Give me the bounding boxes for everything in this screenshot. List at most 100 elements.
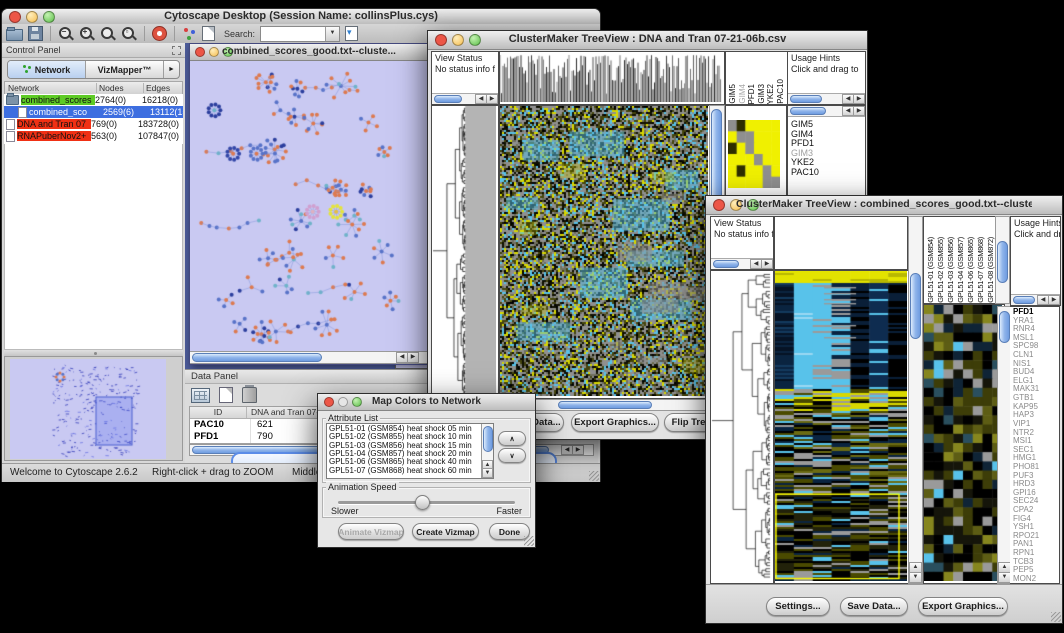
scrollbar-thumb[interactable] <box>1013 296 1035 304</box>
scrollbar-thumb[interactable] <box>999 311 1010 343</box>
float-panel-icon[interactable] <box>172 46 181 55</box>
usage-hints-scrollbar[interactable] <box>788 93 865 104</box>
save-data-button[interactable]: Save Data... <box>840 597 908 616</box>
scroll-down-icon[interactable] <box>909 572 922 583</box>
cytoscape-titlebar[interactable]: Cytoscape Desktop (Session Name: collins… <box>2 9 600 25</box>
scroll-right-icon[interactable] <box>853 106 865 116</box>
heatmap-vscrollbar[interactable] <box>908 216 923 584</box>
minimize-icon[interactable] <box>338 397 348 407</box>
scrollbar-thumb[interactable] <box>434 95 462 103</box>
network-table-row[interactable]: DNA and Tran 07769(0)183728(0) <box>4 118 183 130</box>
move-down-button[interactable]: ∨ <box>498 448 526 463</box>
column-label[interactable]: GPL51-07 (GSM868) <box>976 237 985 303</box>
attribute-listbox[interactable]: GPL51-01 (GSM854) heat shock 05 minGPL51… <box>326 423 494 479</box>
tab-network[interactable]: Network <box>8 61 86 78</box>
gene-item[interactable]: MON2 <box>1013 575 1039 584</box>
network-overview-thumbnail[interactable] <box>10 359 166 459</box>
move-up-button[interactable]: ∧ <box>498 431 526 446</box>
close-icon[interactable] <box>324 397 334 407</box>
scroll-right-icon[interactable] <box>1048 295 1060 305</box>
scrollbar-thumb[interactable] <box>997 241 1008 283</box>
delete-attribute-icon[interactable] <box>242 387 257 403</box>
close-icon[interactable] <box>713 199 725 211</box>
attribute-list-scrollbar[interactable] <box>481 424 493 478</box>
column-label[interactable]: GPL51-03 (GSM856) <box>946 237 955 303</box>
search-dropdown-icon[interactable]: ▼ <box>325 27 339 41</box>
close-icon[interactable] <box>435 34 447 46</box>
scrollbar-thumb[interactable] <box>713 260 739 268</box>
view-status-scrollbar[interactable] <box>432 93 498 104</box>
column-label[interactable]: GPL51-01 (GSM854) <box>926 237 935 303</box>
column-label[interactable]: GPL51-04 (GSM857) <box>956 237 965 303</box>
network-table-row[interactable]: RNAPuberNov2+563(0)107847(0) <box>4 130 183 142</box>
column-label[interactable]: GPL51-06 (GSM865) <box>966 237 975 303</box>
network-table-row[interactable]: combined_sco2569(6)13112(15) <box>4 106 183 118</box>
network-canvas[interactable] <box>191 61 425 351</box>
column-label[interactable]: GPL51-08 (GSM872) <box>986 237 995 303</box>
export-graphics-button[interactable]: Export Graphics... <box>571 413 659 432</box>
create-vizmap-button[interactable]: Create Vizmap <box>412 523 479 540</box>
heatmap-panel[interactable] <box>774 270 910 584</box>
scroll-right-icon[interactable] <box>761 259 773 269</box>
frame-close-icon[interactable] <box>195 47 205 57</box>
resize-grip[interactable] <box>524 536 534 546</box>
scroll-right-icon[interactable] <box>407 352 419 363</box>
network-frame-titlebar[interactable]: combined_scores_good.txt--cluste... <box>190 44 428 61</box>
scroll-right-icon[interactable] <box>572 445 584 455</box>
scrollbar-thumb[interactable] <box>790 107 826 115</box>
gene-item[interactable]: PFD1 <box>791 138 819 148</box>
view-status-scrollbar[interactable] <box>711 258 773 269</box>
tab-vizmapper[interactable]: VizMapper™ <box>86 61 164 78</box>
open-folder-icon[interactable] <box>6 29 23 41</box>
scrollbar-thumb[interactable] <box>558 401 652 409</box>
treeview1-titlebar[interactable]: ClusterMaker TreeView : DNA and Tran 07-… <box>428 31 867 50</box>
search-input[interactable]: ▼ <box>260 26 340 42</box>
help-lifering-icon[interactable] <box>152 26 167 41</box>
attribute-select-icon[interactable] <box>191 388 210 403</box>
summary-heatmap[interactable] <box>728 120 780 188</box>
zoom-fit-icon[interactable] <box>100 26 116 42</box>
new-attribute-icon[interactable] <box>219 387 233 403</box>
zoom-selected-icon[interactable]: ▫ <box>121 26 137 42</box>
resize-grip[interactable] <box>589 471 599 481</box>
dialog-titlebar[interactable]: Map Colors to Network <box>318 394 535 411</box>
scrollbar-thumb[interactable] <box>790 95 822 103</box>
animate-vizmap-button[interactable]: Animate Vizmap <box>338 523 404 540</box>
scrollbar-thumb[interactable] <box>483 426 493 452</box>
tab-overflow-arrow[interactable]: ► <box>164 61 179 78</box>
usage-hints-scrollbar[interactable] <box>1011 294 1060 305</box>
scroll-right-icon[interactable] <box>853 94 865 104</box>
scroll-down-icon[interactable] <box>482 468 493 478</box>
settings-button[interactable]: Settings... <box>766 597 830 616</box>
network-hscrollbar[interactable] <box>190 351 428 364</box>
attribute-item[interactable]: GPL51-07 (GSM868) heat shock 60 min <box>329 467 480 475</box>
row-dendrogram-panel[interactable] <box>431 105 499 399</box>
scrollbar-thumb[interactable] <box>192 353 322 362</box>
resize-grip[interactable] <box>1051 612 1061 622</box>
gene-list-scrollbar[interactable] <box>788 106 865 117</box>
scrollbar-thumb[interactable] <box>910 273 921 339</box>
gene-item[interactable]: GIM3 <box>791 148 819 158</box>
gene-item[interactable]: GIM5 <box>791 119 819 129</box>
heatmap-panel[interactable] <box>499 105 711 399</box>
scroll-right-icon[interactable] <box>486 94 498 104</box>
treeview2-titlebar[interactable]: ClusterMaker TreeView : combined_scores_… <box>706 196 1062 215</box>
save-icon[interactable] <box>28 26 43 41</box>
speed-slider-knob[interactable] <box>415 495 430 510</box>
zoom-heatmap-panel[interactable] <box>923 304 1005 584</box>
scrollbar-thumb[interactable] <box>711 109 722 203</box>
gene-item[interactable]: GIM4 <box>791 129 819 139</box>
zoom-in-icon[interactable]: + <box>79 26 95 42</box>
column-label[interactable]: GPL51-02 (GSM855) <box>936 237 945 303</box>
zoom-out-icon[interactable]: − <box>58 26 74 42</box>
network-table-row[interactable]: combined_scores2764(0)16218(0) <box>4 94 183 106</box>
network-view-frame[interactable]: combined_scores_good.txt--cluste... <box>189 43 429 365</box>
frame-minimize-icon[interactable] <box>209 47 219 57</box>
gene-item[interactable]: PAC10 <box>791 167 819 177</box>
vizmapper-icon[interactable] <box>182 27 197 41</box>
gene-item[interactable]: YKE2 <box>791 157 819 167</box>
row-dendrogram-panel[interactable] <box>710 270 774 584</box>
import-network-icon[interactable] <box>345 26 358 41</box>
column-labels-scrollbar[interactable] <box>995 216 1010 304</box>
annotation-icon[interactable] <box>202 26 215 41</box>
